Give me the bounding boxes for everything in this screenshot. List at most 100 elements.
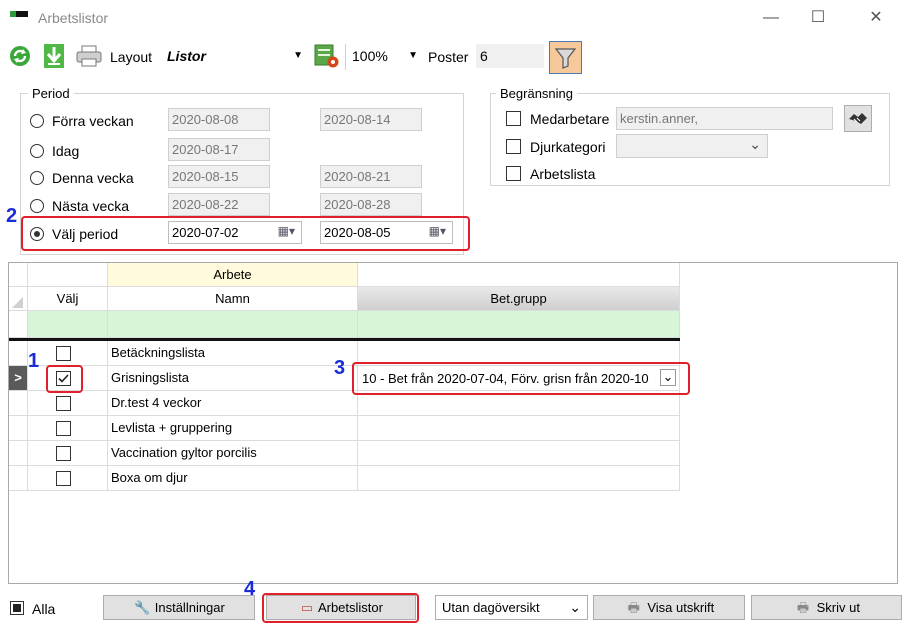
callout-4: 4 <box>244 578 256 600</box>
poster-value: 6 <box>480 48 488 64</box>
period-to-value: 2020-08-28 <box>324 197 391 212</box>
row-header[interactable]: > <box>9 366 28 391</box>
djurkategori-label: Djurkategori <box>530 139 606 155</box>
group-header-empty <box>28 263 108 287</box>
refresh-icon[interactable] <box>8 44 32 68</box>
djurkategori-select[interactable]: ⌄ <box>616 134 768 158</box>
row-header[interactable] <box>9 341 28 366</box>
period-from-value: 2020-08-08 <box>172 112 239 127</box>
column-betgrupp-header[interactable]: Bet.grupp <box>358 287 680 311</box>
filter-row-header <box>9 311 28 338</box>
period-highlight <box>21 216 470 251</box>
betgrupp-cell[interactable] <box>358 441 680 466</box>
corner-header <box>9 263 28 287</box>
app-icon <box>10 11 28 17</box>
row-checkbox[interactable] <box>56 471 71 486</box>
chevron-down-icon: ▼ <box>293 50 303 61</box>
valj-cell <box>28 441 108 466</box>
print-preview-icon: 🖶 <box>627 600 640 615</box>
row-checkbox[interactable] <box>56 346 71 361</box>
period-option-label: Förra veckan <box>52 113 134 129</box>
period-from-value: 2020-08-22 <box>172 197 239 212</box>
namn-cell: Levlista + gruppering <box>108 416 358 441</box>
alla-toggle[interactable] <box>10 601 24 615</box>
period-option-label: Nästa vecka <box>52 198 130 214</box>
valj-cell <box>28 466 108 491</box>
medarbetare-label: Medarbetare <box>530 111 610 127</box>
filter-cell-betgrupp[interactable] <box>358 311 680 338</box>
print-icon[interactable] <box>76 45 102 67</box>
arbetslista-label: Arbetslista <box>530 166 596 182</box>
period-to-field: 2020-08-21 <box>320 165 422 188</box>
period-from-field: 2020-08-15 <box>168 165 270 188</box>
installningar-button[interactable]: 🔧 Inställningar <box>103 595 255 620</box>
period-radio[interactable] <box>30 199 44 213</box>
alla-label: Alla <box>32 601 56 617</box>
chevron-down-icon: ⌄ <box>569 599 581 615</box>
period-title: Period <box>28 86 74 101</box>
handshake-icon <box>849 113 867 124</box>
period-option-label: Denna vecka <box>52 170 134 186</box>
title-bar: Arbetslistor — ☐ ✕ <box>0 0 909 36</box>
filter-icon <box>554 48 577 69</box>
betgrupp-cell[interactable] <box>358 416 680 441</box>
filter-cell-valj[interactable] <box>28 311 108 338</box>
worklist-grid: Arbete Välj Namn Bet.grupp Betäckningsli… <box>8 262 898 584</box>
skriv-ut-label: Skriv ut <box>816 600 860 615</box>
row-header-corner <box>9 287 28 311</box>
checkbox-highlight <box>46 365 83 393</box>
zoom-select[interactable]: 100% ▼ <box>350 44 424 68</box>
limits-title: Begränsning <box>496 86 577 101</box>
period-option-label: Idag <box>52 143 80 159</box>
chevron-down-icon: ▼ <box>408 50 418 61</box>
row-header[interactable] <box>9 416 28 441</box>
arbetslista-checkbox[interactable] <box>506 166 521 181</box>
callout-1: 1 <box>28 350 40 372</box>
zoom-value: 100% <box>352 48 388 64</box>
row-header[interactable] <box>9 441 28 466</box>
namn-cell: Boxa om djur <box>108 466 358 491</box>
print-icon: 🖶 <box>796 600 810 615</box>
period-to-field: 2020-08-14 <box>320 108 422 131</box>
maximize-button[interactable]: ☐ <box>795 0 841 36</box>
layout-select[interactable]: Listor ▼ <box>162 44 309 68</box>
filter-cell-namn[interactable] <box>108 311 358 338</box>
callout-3: 3 <box>334 357 346 379</box>
minimize-button[interactable]: — <box>748 0 794 36</box>
period-to-value: 2020-08-14 <box>324 112 391 127</box>
row-checkbox[interactable] <box>56 421 71 436</box>
group-header-arbete: Arbete <box>108 263 358 287</box>
visa-utskrift-button[interactable]: 🖶 Visa utskrift <box>593 595 745 620</box>
column-namn-header[interactable]: Namn <box>108 287 358 311</box>
medarbetare-field[interactable]: kerstin.anner, <box>616 107 833 130</box>
poster-label: Poster <box>428 49 469 65</box>
betgrupp-cell[interactable] <box>358 466 680 491</box>
installningar-label: Inställningar <box>154 600 225 615</box>
select-users-button[interactable] <box>844 105 872 132</box>
window-title: Arbetslistor <box>38 10 109 26</box>
period-radio[interactable] <box>30 171 44 185</box>
column-valj-header[interactable]: Välj <box>28 287 108 311</box>
period-from-value: 2020-08-17 <box>172 142 239 157</box>
layout-settings-icon[interactable] <box>314 43 340 69</box>
row-checkbox[interactable] <box>56 446 71 461</box>
period-radio[interactable] <box>30 144 44 158</box>
visa-utskrift-label: Visa utskrift <box>647 600 715 615</box>
download-icon[interactable] <box>42 43 66 69</box>
valj-cell <box>28 391 108 416</box>
skriv-ut-button[interactable]: 🖶 Skriv ut <box>751 595 902 620</box>
close-button[interactable]: ✕ <box>853 0 899 36</box>
period-to-value: 2020-08-21 <box>324 169 391 184</box>
valj-cell <box>28 416 108 441</box>
period-from-field: 2020-08-17 <box>168 138 270 161</box>
row-header[interactable] <box>9 466 28 491</box>
filter-button[interactable] <box>549 41 582 74</box>
arbetslistor-highlight <box>262 593 419 623</box>
layout-value: Listor <box>167 48 206 64</box>
medarbetare-checkbox[interactable] <box>506 111 521 126</box>
row-header[interactable] <box>9 391 28 416</box>
dagoversikt-select[interactable]: Utan dagöversikt ⌄ <box>435 595 588 620</box>
period-radio[interactable] <box>30 114 44 128</box>
djurkategori-checkbox[interactable] <box>506 139 521 154</box>
row-checkbox[interactable] <box>56 396 71 411</box>
